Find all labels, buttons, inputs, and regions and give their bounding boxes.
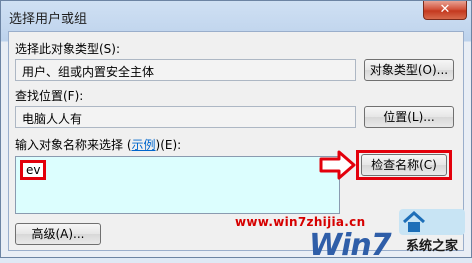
watermark-url: www.win7zhijia.cn: [235, 215, 366, 229]
locations-button[interactable]: 位置(L)...: [364, 106, 454, 128]
dialog-body: 选择此对象类型(S): 用户、组或内置安全主体 对象类型(O)... 查找位置(…: [8, 31, 464, 263]
dialog-title: 选择用户或组: [9, 12, 88, 27]
check-names-button[interactable]: 检查名称(C): [361, 154, 447, 176]
house-icon: [402, 210, 426, 232]
title-bar: 选择用户或组 ✕: [1, 1, 471, 31]
object-type-field: 用户、组或内置安全主体: [15, 59, 356, 81]
location-label: 查找位置(F):: [15, 89, 84, 103]
advanced-button[interactable]: 高级(A)...: [15, 223, 101, 245]
typed-name-text: ev: [20, 160, 47, 180]
object-names-label-suffix: )(E):: [155, 138, 182, 152]
select-users-dialog: 选择用户或组 ✕ 选择此对象类型(S): 用户、组或内置安全主体 对象类型(O)…: [0, 0, 472, 263]
object-names-label: 输入对象名称来选择 (示例)(E):: [15, 136, 181, 153]
location-field: 电脑人人有: [15, 106, 356, 128]
site-name: 系统之家: [406, 239, 459, 254]
examples-link[interactable]: 示例: [132, 138, 156, 152]
site-logo: [399, 209, 465, 235]
object-type-label: 选择此对象类型(S):: [15, 42, 121, 56]
close-button[interactable]: ✕: [423, 1, 467, 20]
object-names-input[interactable]: ev: [15, 156, 340, 214]
object-names-label-prefix: 输入对象名称来选择 (: [15, 138, 132, 152]
object-types-button[interactable]: 对象类型(O)...: [364, 59, 454, 81]
close-icon: ✕: [439, 2, 451, 17]
red-arrow-icon: [319, 150, 356, 180]
